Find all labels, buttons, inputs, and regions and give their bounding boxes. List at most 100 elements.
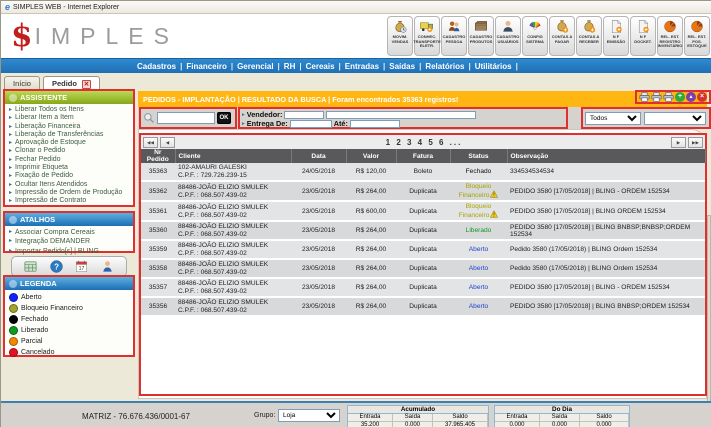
sidebar-item-ocultar-itens-atendidos[interactable]: ▸Ocultar Itens Atendidos <box>9 181 131 189</box>
column-header-fatura[interactable]: Fatura <box>396 149 450 163</box>
panel-bullet-icon <box>9 94 17 102</box>
vendedor-name-input[interactable] <box>326 111 476 119</box>
column-header-status[interactable]: Status <box>450 149 507 163</box>
sidebar-item-aprovacao-de-estoque[interactable]: ▸Aprovação de Estoque <box>9 139 131 147</box>
next-page-button[interactable]: ▶ <box>671 137 686 148</box>
first-page-button[interactable]: ◀◀ <box>143 137 158 148</box>
toolbar-button-label: CONTAS A RECEBER <box>577 35 601 44</box>
table-row[interactable]: 3536188486-JOÃO ELIZIO SMULEKC.P.F. : 06… <box>141 201 705 221</box>
status-filter-select[interactable]: Todos <box>585 112 641 125</box>
secondary-filter-select[interactable] <box>644 112 706 125</box>
prev-page-button[interactable]: ◀ <box>160 137 175 148</box>
scrollbar[interactable] <box>707 215 711 427</box>
money-plus-icon <box>581 19 597 34</box>
add-icon[interactable]: + <box>675 92 685 102</box>
shortcut-item-importar-pedido-s-bling[interactable]: ▸Importar Pedido[s] | BLING <box>9 247 131 256</box>
sidebar-item-liberar-item-a-item[interactable]: ▸Liberar Item a Item <box>9 114 131 122</box>
cell-data: 23/05/2018 <box>291 181 346 201</box>
menu-item-entradas[interactable]: Entradas <box>341 62 383 71</box>
sidebar-item-liberar-todos-os-itens[interactable]: ▸Liberar Todos os Itens <box>9 106 131 114</box>
sidebar-item-liberacao-de-transferencias[interactable]: ▸Liberação de Transferências <box>9 131 131 139</box>
search-box: OK <box>139 107 237 129</box>
column-header-valor[interactable]: Valor <box>346 149 396 163</box>
toolbar-button-label: N F EMISSÃO <box>604 35 628 44</box>
shortcut-item-integracao-demander[interactable]: ▸Integração DEMANDER <box>9 237 131 246</box>
table-row[interactable]: 3535888486-JOÃO ELIZIO SMULEKC.P.F. : 06… <box>141 259 705 278</box>
close-icon[interactable]: × <box>697 92 707 102</box>
calendar-icon[interactable]: 17 <box>74 259 89 274</box>
menu-item-utilitarios[interactable]: Utilitários <box>471 62 516 71</box>
menu-item-saidas[interactable]: Saídas <box>385 62 419 71</box>
search-input[interactable] <box>157 112 215 124</box>
last-page-button[interactable]: ▶▶ <box>688 137 703 148</box>
vendedor-code-input[interactable] <box>284 111 324 119</box>
toolbar-button-cadastro-pessoa[interactable]: CADASTRO PESSOA <box>441 16 467 56</box>
column-header-cliente[interactable]: Cliente <box>175 149 291 163</box>
printer-2-icon[interactable] <box>651 92 662 102</box>
printer-3-icon[interactable] <box>663 92 674 102</box>
grupo-select[interactable]: Loja <box>278 409 340 422</box>
menu-item-relatorios[interactable]: Relatórios <box>421 62 468 71</box>
money-clock-icon <box>392 19 408 34</box>
menu-item-cereais[interactable]: Cereais <box>302 62 339 71</box>
column-header-observacao[interactable]: Observação <box>507 149 705 163</box>
tab-close-icon[interactable]: ✕ <box>82 80 91 89</box>
shortcut-item-associar-compra-cereais[interactable]: ▸Associar Compra Cereais <box>9 228 131 237</box>
toolbar-button-cadastro-produtos[interactable]: CADASTRO PRODUTOS <box>468 16 494 56</box>
sidebar-item-impressao-de-contrato[interactable]: ▸Impressão de Contrato <box>9 197 131 205</box>
page-numbers[interactable]: 1 2 3 4 5 6 ... <box>177 138 671 147</box>
toolbar-button-n-f-emissao[interactable]: N F EMISSÃO <box>603 16 629 56</box>
chevron-right-icon: ▸ <box>9 197 12 205</box>
sidebar-item-fechar-pedido[interactable]: ▸Fechar Pedido <box>9 156 131 164</box>
sidebar-item-fixacao-de-pedido[interactable]: ▸Fixação de Pedido <box>9 172 131 180</box>
toolbar-button-conhec-transporte-eletr[interactable]: CONHEC. TRANSPORTE ELETR. <box>414 16 440 56</box>
menu-item-financeiro[interactable]: Financeiro <box>182 62 230 71</box>
doc-plus-icon <box>608 19 624 34</box>
ate-label: Até: <box>334 119 348 128</box>
person-icon[interactable] <box>100 259 115 274</box>
user-icon <box>500 19 516 34</box>
calculator-icon[interactable] <box>23 259 38 274</box>
sidebar-item-label: Impressão de Ordem de Produção <box>15 189 122 197</box>
sidebar-item-liberacao-financeira[interactable]: ▸Liberação Financeira <box>9 123 131 131</box>
toolbar-button-rel-est-registro-inventario[interactable]: REL. EST. REGISTRO INVENTÁRIO <box>657 16 683 56</box>
sidebar-item-impressao-de-ordem-de-producao[interactable]: ▸Impressão de Ordem de Produção <box>9 189 131 197</box>
legend-item-cancelado: Cancelado <box>9 347 131 358</box>
toolbar-button-contas-a-receber[interactable]: CONTAS A RECEBER <box>576 16 602 56</box>
sidebar-item-imprimir-etiqueta[interactable]: ▸Imprimir Etiqueta <box>9 164 131 172</box>
entrega-ate-input[interactable] <box>350 120 400 128</box>
toolbar-button-config-sistema[interactable]: CONFIG SISTEMA <box>522 16 548 56</box>
cell-status: Fechado <box>450 163 507 181</box>
grupo-label: Grupo: <box>254 412 275 419</box>
cliente-cpf: C.P.F. : 068.507.439-02 <box>178 288 288 295</box>
table-row[interactable]: 3535988486-JOÃO ELIZIO SMULEKC.P.F. : 06… <box>141 240 705 259</box>
toolbar-button-cadastro-usuarios[interactable]: CADASTRO USUÁRIOS <box>495 16 521 56</box>
entrega-de-input[interactable] <box>290 120 332 128</box>
toolbar-button-n-f-docket[interactable]: N F DOCKET. <box>630 16 656 56</box>
menu-item-rh[interactable]: RH <box>280 62 300 71</box>
upload-icon[interactable]: ▲ <box>686 92 696 102</box>
cell-observacao: PEDIDO 3580 [17/05/2018] | BLING BNBSP;B… <box>507 221 705 240</box>
table-row[interactable]: 3535688486-JOÃO ELIZIO SMULEKC.P.F. : 06… <box>141 297 705 316</box>
toolbar-button-contas-a-pagar[interactable]: CONTAS A PAGAR <box>549 16 575 56</box>
search-ok-button[interactable]: OK <box>217 112 231 124</box>
acumulado-value-saida: 0.000 <box>393 422 433 427</box>
table-row[interactable]: 35363102-AMAURI GALESKIC.P.F. : 729.726.… <box>141 163 705 181</box>
menu-item-cadastros[interactable]: Cadastros <box>133 62 180 71</box>
table-row[interactable]: 3536288486-JOÃO ELIZIO SMULEKC.P.F. : 06… <box>141 181 705 201</box>
printer-icon[interactable] <box>639 92 650 102</box>
toolbar-button-rel-est-pos-estoque[interactable]: REL. EST. POS. ESTOQUE <box>684 16 710 56</box>
menu-item-gerencial[interactable]: Gerencial <box>233 62 277 71</box>
cell-nr-pedido: 35363 <box>141 163 175 181</box>
sidebar-item-clonar-o-pedido[interactable]: ▸Clonar o Pedido <box>9 147 131 155</box>
table-row[interactable]: 3535788486-JOÃO ELIZIO SMULEKC.P.F. : 06… <box>141 278 705 297</box>
cell-nr-pedido: 35357 <box>141 278 175 297</box>
column-header-data[interactable]: Data <box>291 149 346 163</box>
help-icon[interactable]: ? <box>49 259 64 274</box>
workspace: ASSISTENTE ▸Liberar Todos os Itens▸Liber… <box>1 89 711 401</box>
toolbar-button-label: CONFIG SISTEMA <box>523 35 547 44</box>
toolbar-button-movim-vendas[interactable]: MOVIM. VENDAS <box>387 16 413 56</box>
column-header-nr-pedido[interactable]: Nr Pedido <box>141 149 175 163</box>
cell-cliente: 88486-JOÃO ELIZIO SMULEKC.P.F. : 068.507… <box>175 278 291 297</box>
table-row[interactable]: 3536088486-JOÃO ELIZIO SMULEKC.P.F. : 06… <box>141 221 705 240</box>
